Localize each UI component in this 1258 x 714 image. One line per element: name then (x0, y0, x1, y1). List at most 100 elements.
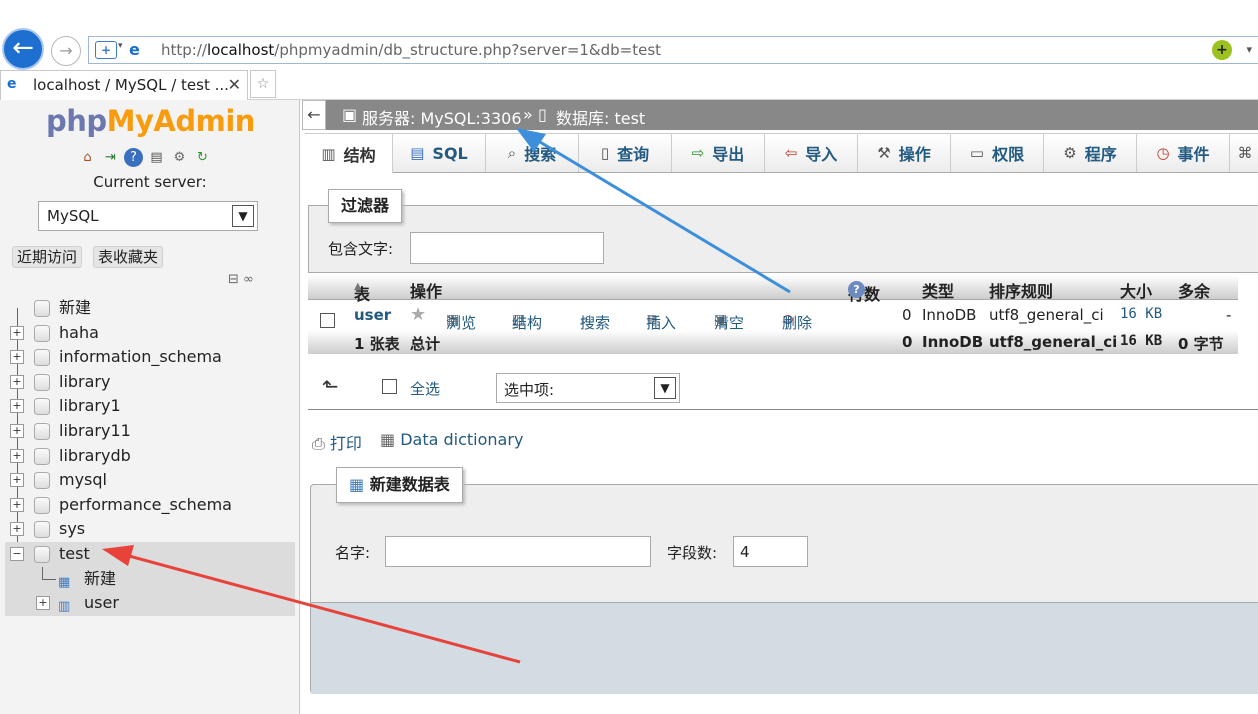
recent-tables-tab[interactable]: 近期访问 (12, 246, 83, 268)
close-icon[interactable]: ✕ (228, 75, 241, 94)
collapse-link-icons[interactable]: ⊟ ∞ (228, 272, 254, 287)
tree-item-label[interactable]: library11 (59, 419, 131, 443)
tree-item-label[interactable]: library (59, 370, 110, 394)
tree-item-label[interactable]: library1 (59, 394, 121, 418)
tree-item-sys[interactable]: + sys (0, 517, 300, 542)
header-collation[interactable]: 排序规则 (989, 278, 1053, 302)
reload-icon[interactable]: ↻ (193, 148, 212, 167)
collapse-nav-icon[interactable]: ← (302, 100, 326, 130)
tab-export[interactable]: ⇨ 导出 (672, 133, 765, 172)
expand-icon[interactable]: + (10, 522, 24, 537)
tab-more[interactable]: ⌘ (1230, 133, 1258, 172)
column-count-input[interactable]: 4 (733, 536, 808, 567)
header-type[interactable]: 类型 (922, 278, 954, 302)
home-icon[interactable]: ⌂ (78, 148, 97, 167)
tree-item-label[interactable]: haha (59, 321, 99, 345)
url-text[interactable]: http://localhost/phpmyadmin/db_structure… (161, 41, 661, 59)
address-bar[interactable]: + ▾ e http://localhost/phpmyadmin/db_str… (88, 36, 1258, 64)
tree-item-label[interactable]: test (59, 542, 90, 566)
forward-arrow-icon[interactable]: → (51, 36, 81, 66)
tab-label: SQL (432, 143, 468, 163)
tree-item-test[interactable]: − test (5, 541, 295, 567)
filter-label: 包含文字: (328, 240, 394, 258)
expand-icon[interactable]: + (10, 350, 24, 365)
tab-label: 搜索 (524, 145, 557, 164)
docs-icon[interactable]: ▤ (147, 148, 166, 167)
tab-operations[interactable]: ⚒ 操作 (858, 133, 951, 172)
gear-icon[interactable]: ⚙ (170, 148, 189, 167)
collapse-icon[interactable]: − (10, 546, 24, 561)
chevron-down-icon[interactable]: ▾ (118, 41, 123, 51)
database-icon (34, 496, 50, 514)
with-selected-dropdown[interactable]: 选中项: ▼ (496, 373, 680, 403)
tree-item-library1[interactable]: + library1 (0, 394, 300, 419)
breadcrumb-database[interactable]: 数据库: test (556, 105, 645, 129)
tab-privileges[interactable]: ▭ 权限 (951, 133, 1044, 172)
favorite-tables-tab[interactable]: 表收藏夹 (93, 246, 164, 268)
data-dictionary-label: Data dictionary (400, 430, 524, 449)
ie-tab-icon: e (7, 76, 17, 92)
tree-item-information-schema[interactable]: + information_schema (0, 345, 300, 370)
server-select[interactable]: MySQL ▼ (38, 201, 258, 231)
expand-icon[interactable]: + (10, 423, 24, 438)
table-name-input[interactable] (385, 536, 651, 567)
address-dropdown-icon[interactable]: ▾ (1246, 43, 1252, 56)
browser-tab[interactable]: e localhost / MySQL / test ... ✕ (0, 70, 248, 100)
row-type: InnoDB (922, 306, 977, 324)
table-name-link[interactable]: user (354, 306, 391, 324)
help-icon[interactable]: ? (124, 148, 143, 167)
tab-sql[interactable]: ▤ SQL (393, 133, 486, 172)
expand-icon[interactable]: + (10, 497, 24, 512)
tab-routines[interactable]: ⚙ 程序 (1044, 133, 1137, 172)
tab-events[interactable]: ◷ 事件 (1137, 133, 1230, 172)
expand-icon[interactable]: + (10, 448, 24, 463)
tree-item-haha[interactable]: + haha (0, 321, 300, 346)
new-tab-icon[interactable]: ☆ (250, 70, 276, 98)
row-size-link[interactable]: 16 KB (1120, 306, 1162, 322)
tree-item-performance-schema[interactable]: + performance_schema (0, 493, 300, 518)
expand-icon[interactable]: + (10, 473, 24, 488)
security-shield-icon[interactable]: + (95, 41, 117, 59)
filter-input[interactable] (410, 232, 604, 264)
tree-item-mysql[interactable]: + mysql (0, 468, 300, 493)
addon-icon[interactable]: + (1212, 40, 1232, 60)
chevron-down-icon[interactable]: ▼ (232, 205, 254, 227)
tree-item-label[interactable]: user (84, 591, 119, 615)
expand-icon[interactable]: + (36, 596, 50, 611)
tree-item-new[interactable]: 新建 (0, 296, 300, 321)
help-icon[interactable]: ? (848, 281, 865, 298)
tree-item-label[interactable]: information_schema (59, 345, 222, 369)
server-icon: ▣ (342, 105, 358, 124)
tree-item-librarydb[interactable]: + librarydb (0, 444, 300, 469)
tree-item-library11[interactable]: + library11 (0, 419, 300, 444)
logout-icon[interactable]: ⇥ (101, 148, 120, 167)
tree-item-label[interactable]: librarydb (59, 444, 131, 468)
back-arrow-icon[interactable]: ← (2, 28, 44, 70)
print-label: 打印 (329, 434, 362, 453)
breadcrumb-server[interactable]: 服务器: MySQL:3306 (362, 105, 522, 129)
tree-item-label[interactable]: mysql (59, 468, 107, 492)
tab-import[interactable]: ⇦ 导入 (765, 133, 858, 172)
print-link[interactable]: ⎙ 打印 (312, 430, 362, 454)
phpmyadmin-logo[interactable]: phpMyAdmin (46, 104, 255, 138)
data-dictionary-link[interactable]: ▦ Data dictionary (380, 430, 523, 449)
select-all-label[interactable]: 全选 (410, 378, 440, 399)
tree-item-label[interactable]: 新建 (84, 567, 116, 591)
tree-item-label[interactable]: performance_schema (59, 493, 232, 517)
expand-icon[interactable]: + (10, 374, 24, 389)
tree-item-label[interactable]: 新建 (59, 296, 91, 320)
favorite-star-icon[interactable]: ★ (410, 304, 426, 325)
expand-icon[interactable]: + (10, 399, 24, 414)
tab-search[interactable]: ⌕ 搜索 (486, 133, 579, 172)
tree-item-test-new[interactable]: ▦ 新建 (5, 566, 295, 592)
tree-item-user[interactable]: + ▥ user (5, 591, 295, 616)
tab-structure[interactable]: ▥ 结构 (305, 133, 393, 173)
chevron-down-icon[interactable]: ▼ (654, 377, 676, 399)
expand-icon[interactable]: + (10, 325, 24, 340)
tab-query[interactable]: ▯ 查询 (579, 133, 672, 172)
select-all-checkbox[interactable] (382, 379, 397, 398)
tree-item-label[interactable]: sys (59, 517, 85, 541)
header-size[interactable]: 大小 (1120, 278, 1152, 302)
header-overhead[interactable]: 多余 (1178, 278, 1210, 302)
tree-item-library[interactable]: + library (0, 370, 300, 395)
